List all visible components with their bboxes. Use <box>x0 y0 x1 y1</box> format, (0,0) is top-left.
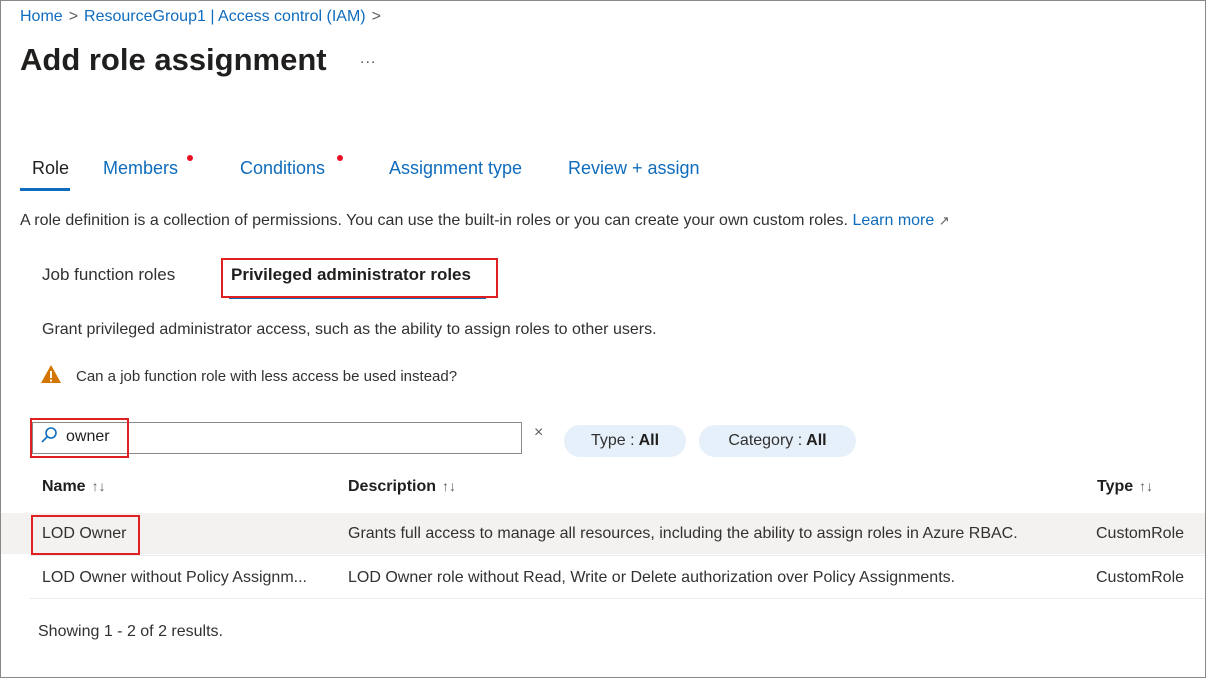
breadcrumb: Home > ResourceGroup1 | Access control (IA… <box>20 8 387 26</box>
tab-conditions[interactable]: Conditions <box>240 158 325 179</box>
column-header-description-label: Description <box>348 478 437 495</box>
type-filter-label: Type : <box>590 432 635 449</box>
tab-role[interactable]: Role <box>32 158 69 179</box>
breadcrumb-home[interactable]: Home <box>20 8 63 25</box>
column-header-type-label: Type <box>1097 478 1134 495</box>
tab-assignment-type[interactable]: Assignment type <box>389 158 522 179</box>
table-row-name[interactable]: LOD Owner without Policy Assignm... <box>42 569 307 587</box>
more-options-button[interactable]: ... <box>360 50 376 68</box>
tab-review-assign[interactable]: Review + assign <box>568 158 700 179</box>
sort-icon[interactable]: ↑↓ <box>92 478 106 494</box>
table-row-type: CustomRole <box>1096 569 1185 586</box>
grant-description: Grant privileged administrator access, s… <box>42 321 657 338</box>
role-description: A role definition is a collection of per… <box>20 212 950 230</box>
subtab-job-function-roles[interactable]: Job function roles <box>42 265 175 285</box>
table-row-description: Grants full access to manage all resourc… <box>348 525 1018 542</box>
highlight-box <box>221 258 498 298</box>
warning-text: Can a job function role with less access… <box>76 368 458 385</box>
learn-more-link[interactable]: Learn more <box>852 212 934 229</box>
column-header-description[interactable]: Description ↑↓ <box>348 478 456 496</box>
category-filter-value: All <box>806 432 827 449</box>
column-header-name[interactable]: Name ↑↓ <box>42 478 106 496</box>
clear-search-button[interactable]: × <box>534 424 543 442</box>
type-filter-pill[interactable]: Type : All <box>564 425 686 457</box>
tab-members[interactable]: Members <box>103 158 178 179</box>
highlight-box <box>30 418 129 458</box>
breadcrumb-separator: > <box>68 8 79 25</box>
required-indicator-icon <box>187 155 193 161</box>
category-filter-pill[interactable]: Category : All <box>699 425 856 457</box>
role-description-text: A role definition is a collection of per… <box>20 212 848 229</box>
warning-icon <box>40 364 62 389</box>
breadcrumb-resource-group[interactable]: ResourceGroup1 | Access control (IAM) <box>84 8 366 25</box>
row-divider <box>30 555 1205 556</box>
required-indicator-icon <box>337 155 343 161</box>
highlight-box <box>31 515 140 555</box>
column-header-name-label: Name <box>42 478 86 495</box>
table-row-description: LOD Owner role without Read, Write or De… <box>348 569 956 586</box>
results-count: Showing 1 - 2 of 2 results. <box>38 623 223 640</box>
page-title: Add role assignment <box>20 42 327 77</box>
sort-icon[interactable]: ↑↓ <box>442 478 456 494</box>
external-link-icon: ↗ <box>938 213 950 228</box>
breadcrumb-separator: > <box>371 8 381 25</box>
sort-icon[interactable]: ↑↓ <box>1139 478 1153 494</box>
category-filter-label: Category : <box>728 432 803 449</box>
table-row-type: CustomRole <box>1096 525 1185 542</box>
column-header-type[interactable]: Type ↑↓ <box>1097 478 1153 496</box>
row-divider <box>30 598 1205 599</box>
type-filter-value: All <box>638 432 660 449</box>
tab-active-underline <box>20 188 70 191</box>
